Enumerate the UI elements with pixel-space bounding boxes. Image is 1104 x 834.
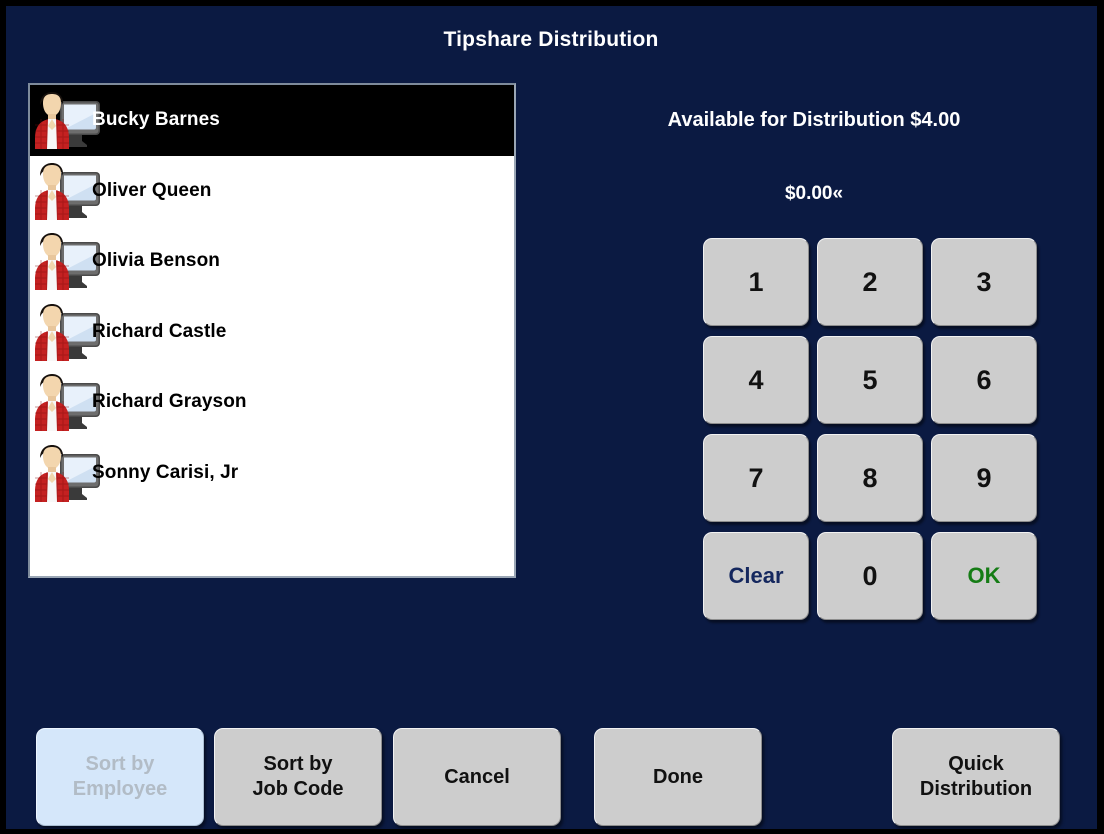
key-8[interactable]: 8 <box>817 434 923 522</box>
key-1[interactable]: 1 <box>703 238 809 326</box>
key-2[interactable]: 2 <box>817 238 923 326</box>
employee-list-item[interactable]: Olivia Benson <box>30 226 514 297</box>
quick-distribution-button[interactable]: Quick Distribution <box>892 728 1060 826</box>
done-button[interactable]: Done <box>594 728 762 826</box>
employee-list-item[interactable]: Bucky Barnes <box>30 85 514 156</box>
employee-name: Richard Castle <box>92 320 227 342</box>
sort-by-job-code-button[interactable]: Sort by Job Code <box>214 728 382 826</box>
sort-by-employee-button: Sort by Employee <box>36 728 204 826</box>
key-6[interactable]: 6 <box>931 336 1037 424</box>
key-4[interactable]: 4 <box>703 336 809 424</box>
employee-name: Bucky Barnes <box>92 109 220 131</box>
numeric-keypad: 1 2 3 4 5 6 7 8 9 Clear 0 OK <box>703 238 1037 624</box>
employee-name: Sonny Carisi, Jr <box>92 461 239 483</box>
employee-name: Richard Grayson <box>92 391 247 413</box>
employee-name: Olivia Benson <box>92 250 221 272</box>
employee-list-item[interactable]: Richard Castle <box>30 296 514 367</box>
key-0[interactable]: 0 <box>817 532 923 620</box>
key-7[interactable]: 7 <box>703 434 809 522</box>
employee-list[interactable]: Bucky Barnes Oliver Queen Olivia Benson Ric… <box>28 83 516 578</box>
key-3[interactable]: 3 <box>931 238 1037 326</box>
available-for-distribution-label: Available for Distribution $4.00 <box>667 109 961 131</box>
employee-name: Oliver Queen <box>92 179 212 201</box>
page-title: Tipshare Distribution <box>443 28 659 51</box>
employee-list-item[interactable]: Richard Grayson <box>30 367 514 438</box>
employee-list-item[interactable]: Oliver Queen <box>30 155 514 226</box>
cancel-button[interactable]: Cancel <box>393 728 561 826</box>
employee-list-item[interactable]: Sonny Carisi, Jr <box>30 437 514 508</box>
key-9[interactable]: 9 <box>931 434 1037 522</box>
tipshare-distribution-window: Tipshare Distribution Bucky Barnes Oliver… <box>0 0 1104 834</box>
key-clear[interactable]: Clear <box>703 532 809 620</box>
key-5[interactable]: 5 <box>817 336 923 424</box>
key-ok[interactable]: OK <box>931 532 1037 620</box>
amount-entry-display: $0.00« <box>784 183 844 204</box>
